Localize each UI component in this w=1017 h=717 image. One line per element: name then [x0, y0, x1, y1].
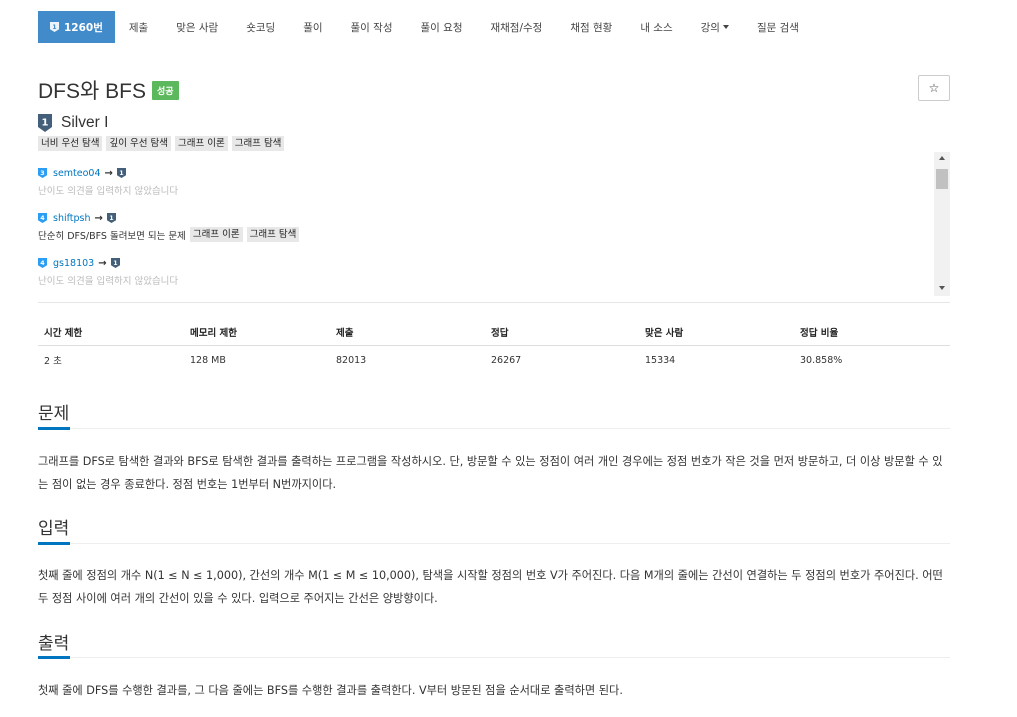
- problem-description: 그래프를 DFS로 탐색한 결과와 BFS로 탐색한 결과를 출력하는 프로그램…: [38, 455, 943, 491]
- arrow-right-icon: →: [98, 257, 107, 269]
- solved-users-value: 15334: [645, 354, 676, 366]
- opinion-text: 난이도 의견을 입력하지 않았습니다: [38, 185, 179, 197]
- problem-title-row: DFS와 BFS 성공: [38, 75, 179, 105]
- section-title-output: 출력: [38, 634, 70, 654]
- nav-question-search[interactable]: 질문 검색: [743, 11, 813, 43]
- problem-info-table: 시간 제한 메모리 제한 제출 정답 맞은 사람 정답 비율 2 초 128 M…: [38, 318, 950, 374]
- nav-problem-id-label: 1260번: [64, 21, 103, 34]
- gold-tier-icon: 4: [38, 213, 47, 223]
- nav-status[interactable]: 채점 현황: [556, 11, 626, 43]
- status-badge: 성공: [152, 80, 179, 100]
- header-accept-ratio: 정답 비율: [800, 327, 839, 339]
- svg-text:4: 4: [40, 215, 45, 222]
- opinion-item: 4 gs18103 → 1 난이도 의견을 입력하지 않았습니다: [38, 256, 918, 287]
- difficulty-opinions: 3 semteo04 → 1 난이도 의견을 입력하지 않았습니다 4 shif…: [38, 152, 950, 296]
- tier-name: Silver I: [61, 114, 109, 131]
- section-underline: [38, 427, 950, 430]
- problem-title: DFS와 BFS: [38, 80, 146, 103]
- input-description: 첫째 줄에 정점의 개수 N(1 ≤ N ≤ 1,000), 간선의 개수 M(…: [38, 569, 943, 605]
- tag-bfs[interactable]: 너비 우선 탐색: [38, 136, 103, 151]
- divider: [38, 302, 950, 303]
- nav-solutions[interactable]: 풀이: [289, 11, 336, 43]
- favorite-star-button[interactable]: ☆: [918, 75, 950, 101]
- caret-down-icon: [722, 25, 729, 29]
- arrow-right-icon: →: [94, 212, 103, 224]
- header-solved-users: 맞은 사람: [645, 327, 684, 339]
- opinion-user-link[interactable]: gs18103: [53, 258, 94, 269]
- scroll-up-icon[interactable]: [939, 156, 945, 160]
- nav-lectures-dropdown[interactable]: 강의: [687, 11, 743, 43]
- section-accent: [38, 656, 70, 659]
- silver-tier-icon: 1: [50, 22, 59, 32]
- nav-short-coding[interactable]: 숏코딩: [232, 11, 289, 43]
- header-time-limit: 시간 제한: [44, 327, 83, 339]
- section-title-problem: 문제: [38, 404, 70, 424]
- nav-accepted-users[interactable]: 맞은 사람: [162, 11, 232, 43]
- nav-lectures-label: 강의: [700, 21, 720, 34]
- tag-dfs[interactable]: 깊이 우선 탐색: [106, 136, 171, 151]
- tag-graph-theory[interactable]: 그래프 이론: [174, 136, 228, 151]
- problem-nav: 1 1260번 제출 맞은 사람 숏코딩 풀이 풀이 작성 풀이 요청 재채점/…: [38, 11, 813, 43]
- nav-submit[interactable]: 제출: [115, 11, 162, 43]
- tag-graph-search[interactable]: 그래프 탐색: [231, 136, 285, 151]
- arrow-right-icon: →: [104, 167, 113, 179]
- section-accent: [38, 427, 70, 430]
- header-accepted: 정답: [491, 327, 509, 339]
- svg-text:1: 1: [42, 118, 49, 129]
- opinion-item: 3 semteo04 → 1 난이도 의견을 입력하지 않았습니다: [38, 166, 918, 197]
- section-title-input: 입력: [38, 519, 70, 539]
- opinions-scrollbar[interactable]: [934, 152, 950, 296]
- algorithm-tags: 너비 우선 탐색 깊이 우선 탐색 그래프 이론 그래프 탐색: [38, 136, 285, 151]
- svg-text:1: 1: [113, 260, 117, 267]
- svg-text:1: 1: [119, 170, 123, 177]
- opinion-text: 난이도 의견을 입력하지 않았습니다: [38, 275, 179, 287]
- scroll-thumb[interactable]: [936, 169, 948, 189]
- opinion-tag-graph-theory[interactable]: 그래프 이론: [189, 227, 243, 242]
- opinion-text: 단순히 DFS/BFS 돌려보면 되는 문제 그래프 이론 그래프 탐색: [38, 227, 918, 242]
- opinion-tag-graph-search[interactable]: 그래프 탐색: [246, 227, 300, 242]
- nav-request-solution[interactable]: 풀이 요청: [407, 11, 477, 43]
- section-underline: [38, 656, 950, 659]
- star-icon: ☆: [928, 81, 940, 95]
- nav-problem-id[interactable]: 1 1260번: [38, 11, 115, 43]
- table-row: 2 초 128 MB 82013 26267 15334 30.858%: [38, 346, 950, 374]
- memory-limit-value: 128 MB: [190, 354, 226, 366]
- opinion-user-link[interactable]: shiftpsh: [53, 213, 91, 224]
- nav-write-solution[interactable]: 풀이 작성: [337, 11, 407, 43]
- gold-tier-icon: 3: [38, 168, 47, 178]
- silver-tier-icon: 1: [106, 213, 116, 223]
- svg-text:1: 1: [109, 215, 113, 222]
- section-underline: [38, 542, 950, 545]
- silver-tier-icon: 1: [116, 168, 126, 178]
- output-description: 첫째 줄에 DFS를 수행한 결과를, 그 다음 줄에는 BFS를 수행한 결과…: [38, 684, 623, 697]
- time-limit-value: 2 초: [44, 356, 62, 367]
- svg-text:1: 1: [52, 24, 56, 31]
- tier-row: 1 Silver I: [38, 114, 108, 132]
- silver-tier-icon: 1: [38, 114, 52, 132]
- accepted-value: 26267: [491, 354, 522, 366]
- section-accent: [38, 542, 70, 545]
- table-header-row: 시간 제한 메모리 제한 제출 정답 맞은 사람 정답 비율: [38, 318, 950, 346]
- opinion-item: 4 shiftpsh → 1 단순히 DFS/BFS 돌려보면 되는 문제 그래…: [38, 211, 918, 242]
- opinion-user-link[interactable]: semteo04: [53, 168, 101, 179]
- accept-ratio-value: 30.858%: [800, 354, 843, 366]
- gold-tier-icon: 4: [38, 258, 47, 268]
- svg-text:4: 4: [40, 260, 45, 267]
- header-memory-limit: 메모리 제한: [190, 327, 238, 339]
- nav-my-source[interactable]: 내 소스: [626, 11, 686, 43]
- header-submissions: 제출: [336, 327, 354, 339]
- scroll-down-icon[interactable]: [939, 286, 945, 290]
- svg-text:3: 3: [40, 170, 44, 177]
- submissions-value: 82013: [336, 354, 367, 366]
- silver-tier-icon: 1: [110, 258, 120, 268]
- opinion-comment: 단순히 DFS/BFS 돌려보면 되는 문제: [38, 230, 186, 242]
- nav-rejudge[interactable]: 재채점/수정: [476, 11, 556, 43]
